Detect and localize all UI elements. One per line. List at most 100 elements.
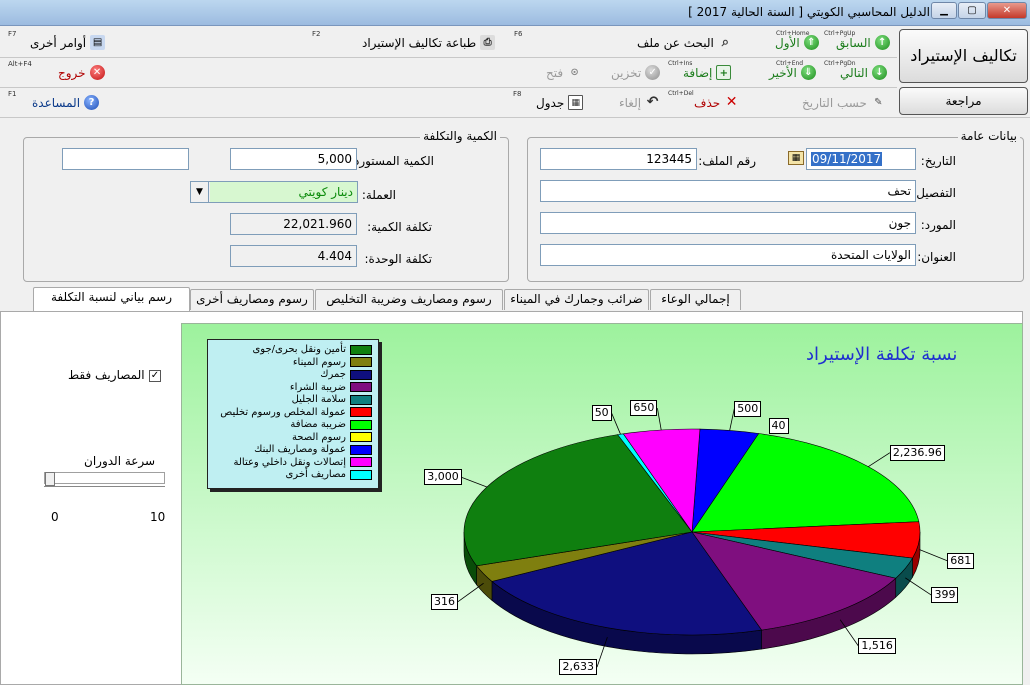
first-label: الأول: [775, 35, 800, 50]
minimize-button[interactable]: ▁: [931, 2, 957, 19]
tab-cost-chart[interactable]: رسم بياني لنسبة التكلفة: [33, 287, 190, 311]
data-label: 650: [630, 400, 658, 417]
other-commands-button[interactable]: ▤ أوامر أخرى: [30, 35, 106, 50]
leader-line: [461, 477, 488, 488]
next-label: التالي: [840, 65, 868, 80]
maximize-icon: ▢: [967, 5, 977, 16]
leader-line: [905, 577, 932, 596]
save-button[interactable]: ✓ تخزين: [611, 65, 661, 80]
tab-clearance-fees[interactable]: رسوم ومصاريف وضريبة التخليص: [315, 289, 503, 310]
search-icon: ⌕: [721, 35, 730, 50]
tab-port-taxes[interactable]: ضرائب وجمارك في الميناء: [504, 289, 649, 310]
toolbar-divider: [0, 57, 897, 58]
toolbar-divider: [0, 87, 897, 88]
calc-by-date-label: حسب التاريخ: [802, 95, 867, 110]
add-icon: +: [716, 65, 732, 80]
next-button[interactable]: ↓ التالي: [840, 65, 887, 80]
commands-icon: ▤: [90, 35, 106, 50]
table-fkey: F8: [513, 90, 522, 98]
leader-line: [919, 549, 948, 562]
print-label: طباعة تكاليف الإستيراد: [362, 35, 477, 50]
imported-qty-label: الكمية المستوردة:: [343, 154, 434, 168]
expenses-only-checkbox[interactable]: ✓: [149, 370, 161, 382]
extra-qty-input[interactable]: [62, 148, 189, 170]
currency-select[interactable]: ▼ دينار كويتي: [190, 181, 358, 203]
search-file-button[interactable]: ⌕ البحث عن ملف: [637, 35, 733, 50]
import-costs-button[interactable]: تكاليف الإستيراد: [899, 29, 1028, 83]
add-label: إضافة: [683, 65, 713, 80]
slider-ticks: [44, 486, 165, 489]
open-label: فتح: [546, 65, 564, 80]
review-button[interactable]: مراجعة: [899, 87, 1028, 115]
toolbar-divider: [0, 117, 1030, 118]
close-icon: ✕: [1002, 5, 1012, 16]
minimize-icon: ▁: [940, 5, 948, 16]
close-button[interactable]: ✕: [987, 2, 1027, 19]
open-button[interactable]: ⊙ فتح: [546, 65, 582, 80]
print-fkey: F2: [312, 30, 321, 38]
save-label: تخزين: [611, 65, 642, 80]
supplier-input[interactable]: جون: [540, 212, 916, 234]
first-button[interactable]: ⇑ الأول: [775, 35, 819, 50]
detail-input[interactable]: تحف: [540, 180, 916, 202]
cancel-label: إلغاء: [619, 95, 642, 110]
previous-button[interactable]: ↑ السابق: [836, 35, 890, 50]
slider-max-label: 10: [150, 510, 166, 524]
data-label: 1,516: [858, 637, 896, 654]
pie-chart: [457, 408, 948, 668]
window-title: الدليل المحاسبي الكويتي [ السنة الحالية …: [688, 5, 930, 19]
help-button[interactable]: ? المساعدة: [32, 95, 100, 110]
leader-line: [868, 452, 891, 467]
help-label: المساعدة: [32, 95, 81, 110]
date-input[interactable]: 09/11/2017: [806, 148, 916, 170]
print-button[interactable]: ⎙ طباعة تكاليف الإستيراد: [362, 35, 496, 50]
date-label: التاريخ:: [920, 154, 956, 168]
data-label: 500: [734, 400, 762, 417]
last-button[interactable]: ⇓ الأخير: [769, 65, 816, 80]
imported-qty-input[interactable]: 5,000: [230, 148, 357, 170]
detail-label: التفصيل:: [912, 186, 956, 200]
address-input[interactable]: الولايات المتحدة: [540, 244, 916, 266]
data-label: 399: [931, 587, 959, 604]
general-data-title: بيانات عامة: [957, 129, 1020, 143]
exit-icon: ✕: [89, 65, 105, 80]
first-icon: ⇑: [803, 35, 819, 50]
printer-icon: ⎙: [480, 35, 496, 50]
table-label: جدول: [536, 95, 565, 110]
table-icon: ▦: [568, 95, 584, 110]
cancel-button[interactable]: ↶ إلغاء: [619, 95, 660, 110]
maximize-button[interactable]: ▢: [958, 2, 986, 19]
delete-label: حذف: [694, 95, 721, 110]
address-label: العنوان:: [917, 250, 956, 264]
calendar-icon[interactable]: ▦: [788, 151, 804, 165]
data-label: 40: [768, 418, 789, 435]
file-number-input[interactable]: 123445: [540, 148, 697, 170]
other-fkey: F7: [8, 30, 17, 38]
calc-by-date-button[interactable]: ✎ حسب التاريخ: [802, 95, 886, 110]
exit-fkey: Alt+F4: [8, 60, 32, 68]
currency-value: دينار كويتي: [210, 182, 357, 202]
delete-button[interactable]: ✕ حذف: [694, 95, 739, 110]
supplier-label: المورد:: [920, 218, 956, 232]
add-button[interactable]: + إضافة: [683, 65, 732, 80]
delete-icon: ✕: [725, 94, 738, 110]
wand-icon: ✎: [874, 97, 883, 108]
qty-cost-value: 22,021.960: [230, 213, 357, 235]
tab-other-fees[interactable]: رسوم ومصاريف أخرى: [190, 289, 314, 310]
data-label: 316: [430, 593, 458, 610]
leader-line: [657, 408, 662, 431]
unit-cost-label: تكلفة الوحدة:: [364, 252, 433, 266]
chevron-down-icon[interactable]: ▼: [191, 182, 209, 202]
data-label: 2,633: [559, 659, 597, 676]
data-label: 3,000: [424, 469, 462, 486]
previous-label: السابق: [836, 35, 871, 50]
exit-button[interactable]: ✕ خروج: [58, 65, 105, 80]
leader-line: [611, 413, 621, 435]
rotation-speed-slider[interactable]: [44, 472, 165, 486]
file-number-label: رقم الملف:: [698, 154, 756, 168]
tab-total-container[interactable]: إجمالي الوعاء: [650, 289, 741, 310]
table-button[interactable]: ▦ جدول: [536, 95, 584, 110]
qty-cost-label: تكلفة الكمية:: [367, 220, 432, 234]
help-fkey: F1: [8, 90, 17, 98]
slider-thumb[interactable]: [45, 472, 55, 486]
